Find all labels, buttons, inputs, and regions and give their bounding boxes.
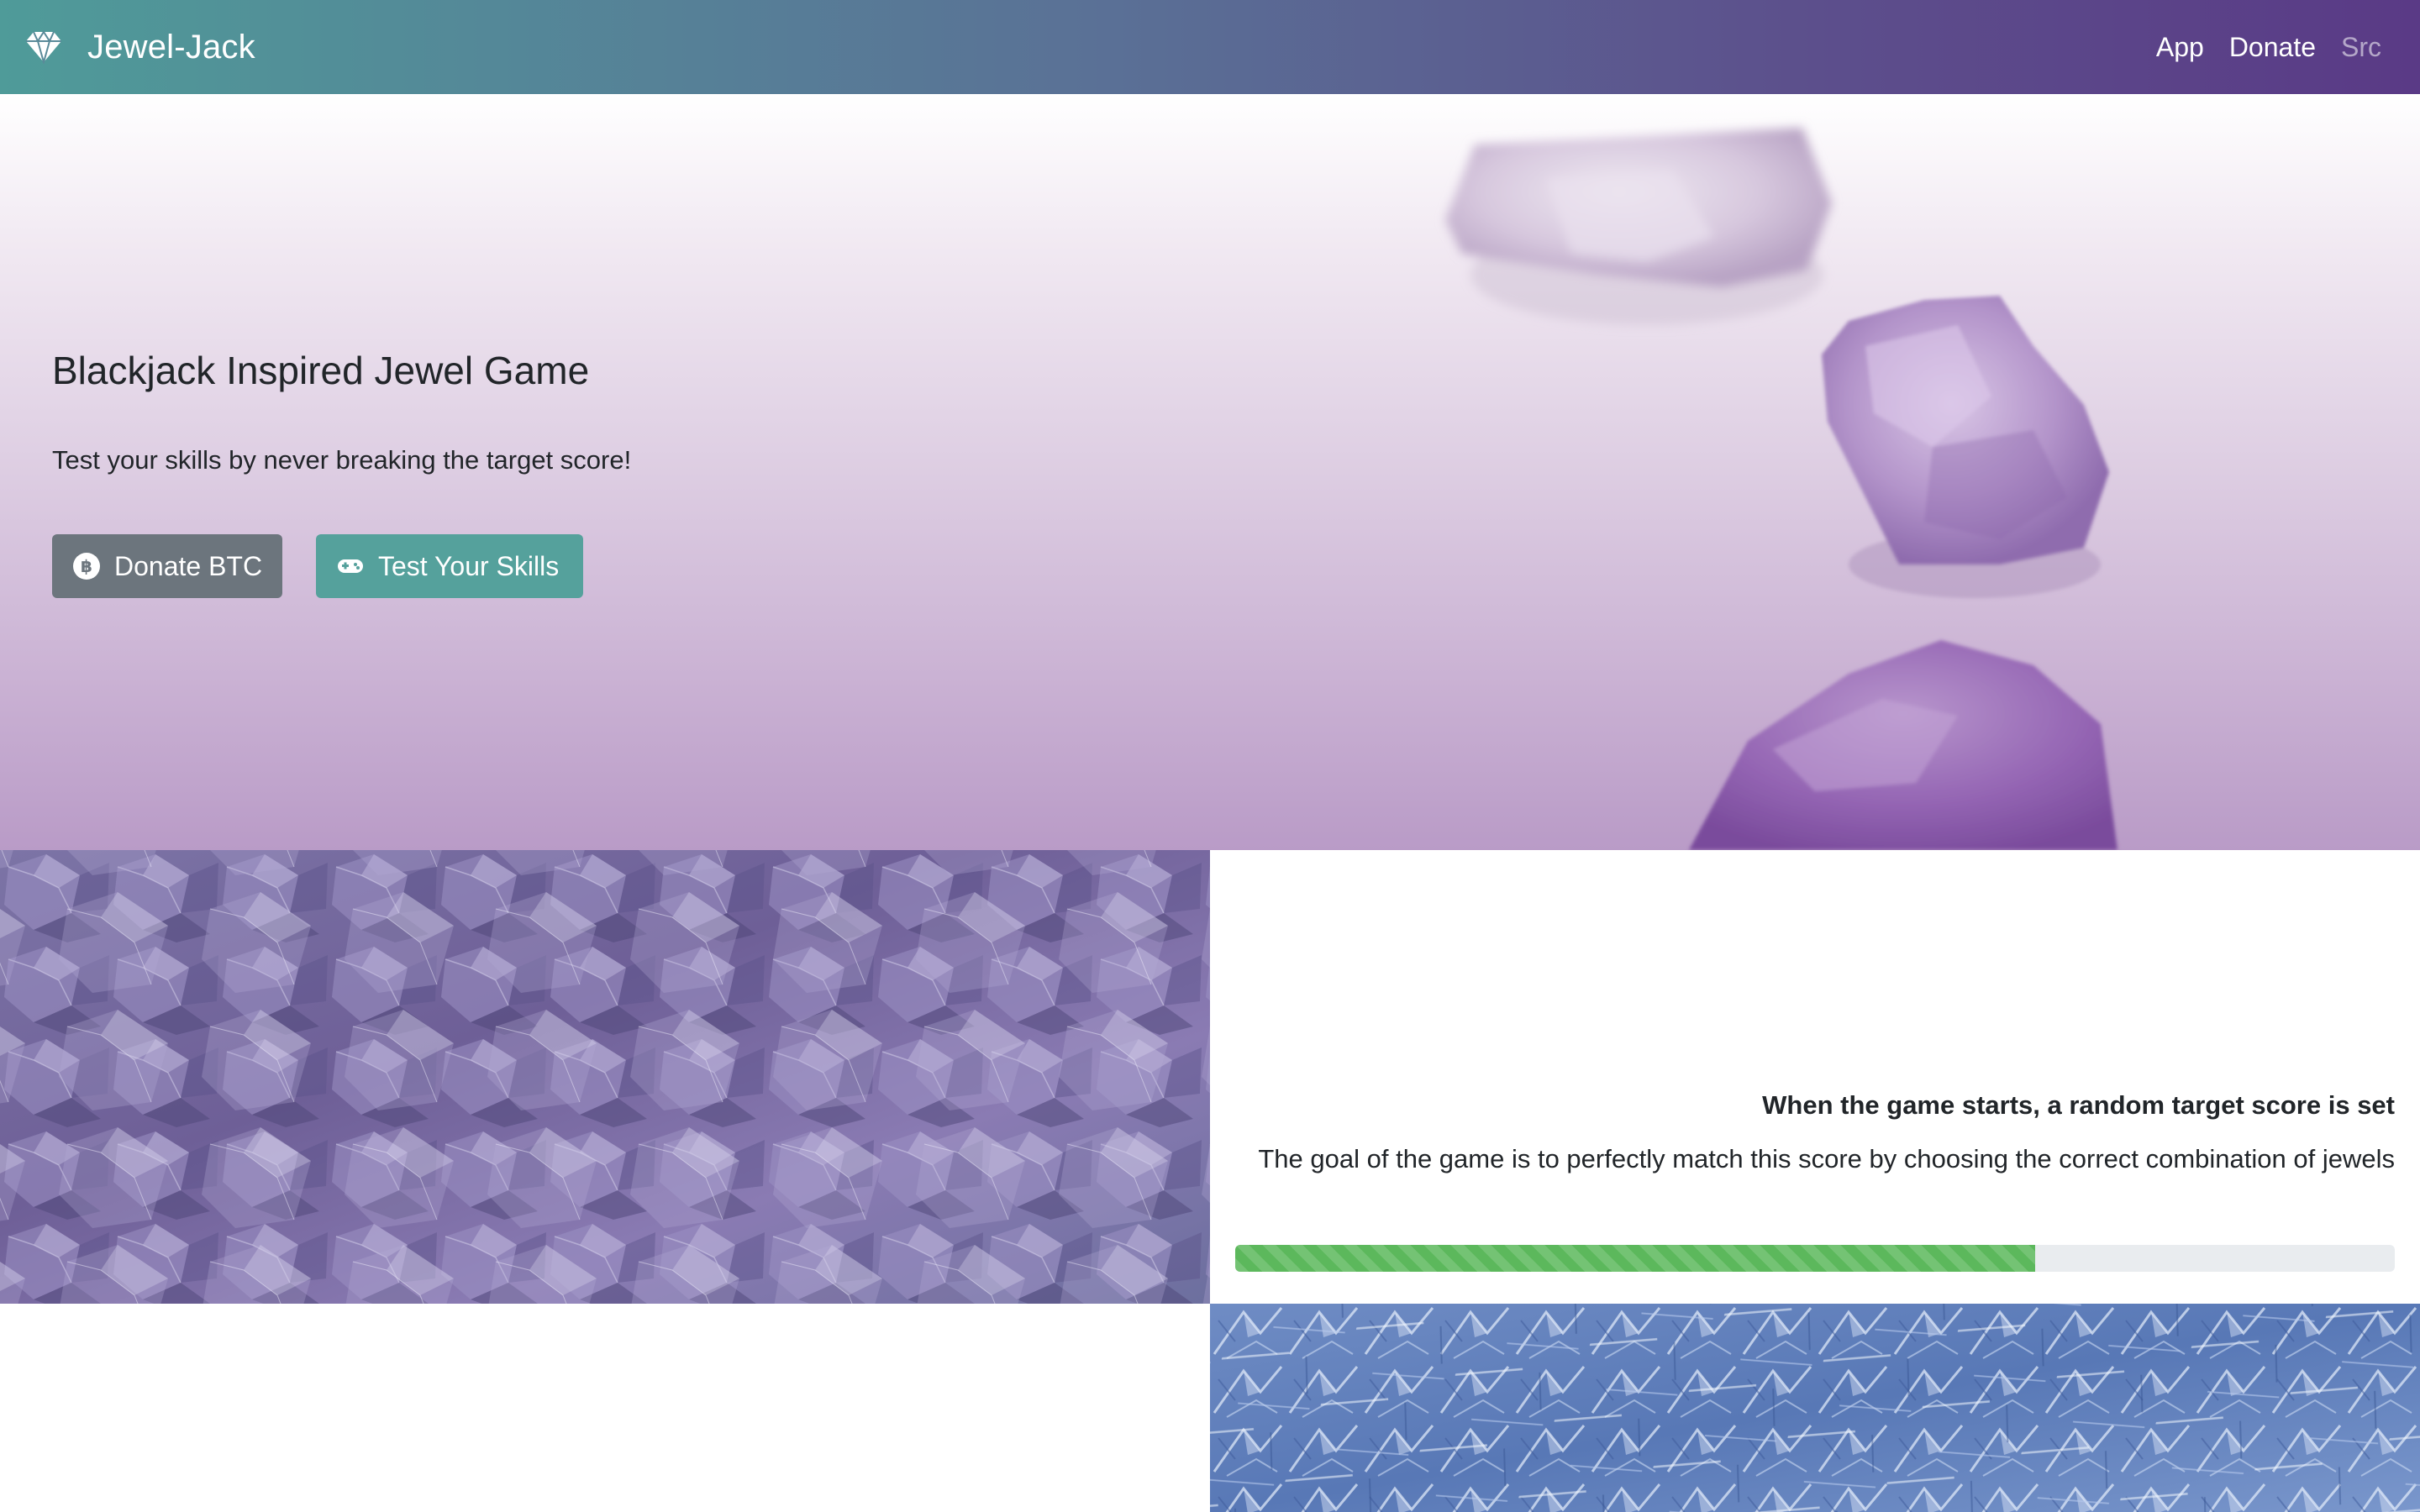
svg-text:฿: ฿ — [81, 556, 92, 576]
donate-btc-label: Donate BTC — [114, 550, 263, 581]
info-body: The goal of the game is to perfectly mat… — [1258, 1144, 2395, 1173]
nav-link-donate[interactable]: Donate — [2229, 32, 2316, 63]
brand-name: Jewel-Jack — [87, 28, 255, 66]
progress-bar-fill — [1235, 1245, 2036, 1272]
gamepad-icon — [336, 552, 378, 580]
hero: Blackjack Inspired Jewel Game Test your … — [0, 94, 2420, 850]
gem-icon — [25, 30, 62, 64]
donate-btc-button[interactable]: ฿ Donate BTC — [52, 534, 282, 598]
navbar: Jewel-Jack App Donate Src — [0, 0, 2420, 94]
amethyst-image — [0, 850, 1210, 1304]
game-info-panel: When the game starts, a random target sc… — [1210, 850, 2420, 1304]
hero-title: Blackjack Inspired Jewel Game — [52, 349, 590, 392]
test-your-skills-button[interactable]: Test Your Skills — [316, 534, 583, 598]
info-heading: When the game starts, a random target sc… — [1762, 1090, 2395, 1120]
ice-crystal-image — [1210, 1304, 2420, 1512]
progress-bar-track — [1235, 1245, 2395, 1272]
bitcoin-icon: ฿ — [72, 552, 114, 580]
hero-subtitle: Test your skills by never breaking the t… — [52, 445, 632, 475]
test-your-skills-label: Test Your Skills — [378, 550, 560, 581]
nav-links: App Donate Src — [2131, 0, 2381, 94]
brand-link[interactable]: Jewel-Jack — [25, 29, 255, 66]
nav-link-app[interactable]: App — [2156, 32, 2204, 63]
nav-link-src[interactable]: Src — [2341, 32, 2381, 63]
